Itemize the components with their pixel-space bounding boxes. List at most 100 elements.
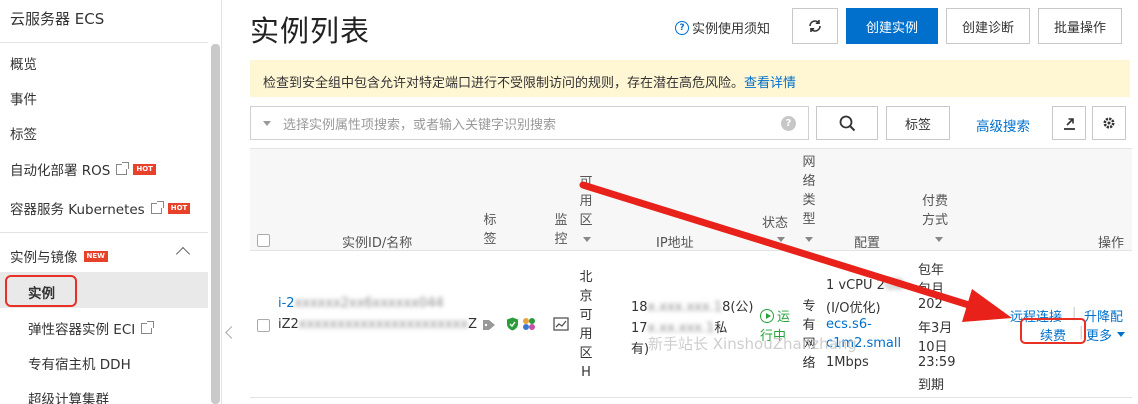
public-ip: 18x.xxx.xxx.18(公) [631, 296, 754, 315]
sort-icon[interactable] [805, 237, 813, 242]
new-badge: NEW [83, 250, 108, 262]
sidebar-item-label: 专有宿主机 DDH [28, 357, 131, 373]
shield-icon[interactable] [506, 317, 519, 331]
more-actions-label: 更多 [1086, 329, 1113, 344]
billing-type: 包年 [918, 263, 945, 278]
batch-operations-button[interactable]: 批量操作 [1038, 8, 1122, 44]
config-spec-link[interactable]: ecs.s6- [826, 317, 872, 332]
create-diagnosis-button[interactable]: 创建诊断 [946, 8, 1030, 44]
advanced-search-link[interactable]: 高级搜索 [976, 115, 1030, 135]
sidebar-item-label: 超级计算集群 [28, 392, 109, 404]
expire-time: 23:59 [918, 355, 956, 370]
public-ip-suffix: 8(公) [722, 300, 754, 315]
header-network: 网络类型 [802, 155, 816, 227]
collapse-sidebar-icon[interactable] [223, 318, 239, 348]
running-icon [760, 308, 774, 323]
highlight-box [5, 275, 77, 307]
billing-type-cont: 包月 [918, 282, 945, 297]
sidebar-item-label: 概览 [10, 57, 37, 73]
status-text: 运 [777, 310, 791, 325]
external-link-icon [150, 200, 164, 214]
expire-label: 到期 [918, 378, 945, 393]
header-config: 配置 [854, 236, 881, 251]
sort-icon[interactable] [935, 237, 943, 242]
sidebar-item-eci[interactable]: 弹性容器实例 ECI [28, 318, 155, 338]
public-ip-blurred: x.xxx.xxx.1 [647, 300, 723, 315]
header-id-name: 实例ID/名称 [342, 236, 413, 251]
sort-icon[interactable] [583, 237, 591, 242]
sidebar-item-overview[interactable]: 概览 [10, 53, 37, 73]
help-icon[interactable]: ? [781, 115, 796, 131]
watermark: 新手站长 XinshouZhanzhang [648, 335, 857, 353]
config-blurred: GB [884, 278, 904, 293]
sidebar-divider [0, 42, 208, 43]
sidebar-item-label: 事件 [10, 92, 37, 108]
sidebar-item-ddh[interactable]: 专有宿主机 DDH [28, 353, 131, 373]
sidebar-item-label: 容器服务 Kubernetes [10, 202, 145, 218]
sidebar-group-label: 实例与镜像 [10, 250, 78, 266]
table-header: 实例ID/名称 标签 监控 可用区 IP地址 状态 网络类型 配置 付费方式 操… [250, 149, 1132, 251]
instance-id-link[interactable]: i-2xxxxxx2xx6xxxxxx044 [278, 296, 444, 311]
sidebar-item-kubernetes[interactable]: 容器服务 Kubernetes HOT [10, 198, 191, 218]
sidebar-item-ros[interactable]: 自动化部署 ROS HOT [10, 159, 156, 179]
search-icon [839, 115, 855, 131]
settings-button[interactable] [1092, 106, 1126, 140]
chevron-up-icon[interactable] [175, 246, 191, 262]
sidebar-item-label: 自动化部署 ROS [10, 163, 111, 179]
search-input[interactable]: 选择实例属性项搜索，或者输入关键字识别搜索 ? [250, 106, 809, 140]
upgrade-downgrade-link[interactable]: 升降配 [1084, 306, 1123, 325]
zone-value: 北京可用区H [579, 270, 593, 380]
instance-name-suffix: Z [468, 317, 477, 332]
security-alert: 检查到安全组中包含允许对特定端口进行不受限制访问的规则，存在潜在高危风险。查看详… [250, 60, 1130, 97]
alert-text: 检查到安全组中包含允许对特定端口进行不受限制访问的规则，存在潜在高危风险。 [263, 76, 745, 91]
header-billing[interactable]: 付费方式 [922, 192, 952, 230]
sort-icon[interactable] [777, 237, 785, 242]
sidebar-item-label: 标签 [10, 127, 37, 143]
header-status[interactable]: 状态 [762, 212, 788, 231]
external-link-icon [116, 161, 130, 175]
tag-filter-button[interactable]: 标签 [886, 106, 950, 140]
highlight-box [1020, 318, 1086, 344]
sidebar-item-scc[interactable]: 超级计算集群 [28, 388, 109, 404]
instance-table: 实例ID/名称 标签 监控 可用区 IP地址 状态 网络类型 配置 付费方式 操… [250, 148, 1132, 404]
export-button[interactable] [1052, 106, 1086, 140]
header-monitor: 监控 [554, 213, 568, 247]
header-zone[interactable]: 可用区 [579, 173, 593, 230]
sidebar-scrollbar[interactable] [211, 44, 220, 404]
sidebar-item-label: 弹性容器实例 ECI [28, 322, 136, 338]
instance-name-blurred: xxxxxxxxxxxxxxxxxxxxxx [298, 317, 469, 332]
alert-details-link[interactable]: 查看详情 [744, 76, 796, 91]
dropdown-caret-icon[interactable] [263, 120, 271, 126]
usage-notice-link[interactable]: ? 实例使用须知 [675, 18, 770, 37]
sidebar-item-events[interactable]: 事件 [10, 88, 37, 108]
config-cpu: 1 vCPU 2GB [826, 278, 904, 293]
refresh-icon [809, 20, 821, 32]
row-checkbox[interactable] [257, 319, 270, 332]
expire-year: 202 [918, 297, 943, 312]
usage-notice-label: 实例使用须知 [692, 22, 771, 37]
status-running: 运 [760, 306, 790, 325]
page-title: 实例列表 [250, 14, 371, 48]
expire-month: 年3月 [918, 321, 953, 336]
select-all-checkbox[interactable] [257, 234, 270, 247]
plugin-icon[interactable] [522, 317, 536, 331]
create-instance-button[interactable]: 创建实例 [846, 8, 938, 44]
sidebar-divider [0, 232, 208, 233]
chevron-down-icon [1117, 332, 1126, 337]
export-icon [1063, 117, 1075, 130]
instance-id-prefix: i-2 [278, 296, 295, 311]
header-ip: IP地址 [656, 236, 694, 251]
sidebar: 云服务器 ECS 概览 事件 标签 自动化部署 ROS HOT 容器服务 Kub… [0, 0, 222, 404]
search-button[interactable] [816, 106, 878, 140]
more-actions-dropdown[interactable]: 更多 [1086, 325, 1126, 344]
sidebar-item-tags[interactable]: 标签 [10, 123, 37, 143]
refresh-button[interactable] [792, 8, 838, 44]
external-link-icon [141, 320, 155, 334]
row-divider [250, 397, 1132, 398]
gear-icon [1103, 117, 1115, 129]
config-cpu-text: 1 vCPU 2 [826, 278, 885, 293]
tag-icon[interactable] [482, 319, 496, 331]
instance-name: iZ2xxxxxxxxxxxxxxxxxxxxxxZ [278, 317, 477, 332]
monitor-chart-icon[interactable] [553, 317, 569, 331]
sidebar-group-instances-images[interactable]: 实例与镜像 NEW [10, 246, 108, 266]
